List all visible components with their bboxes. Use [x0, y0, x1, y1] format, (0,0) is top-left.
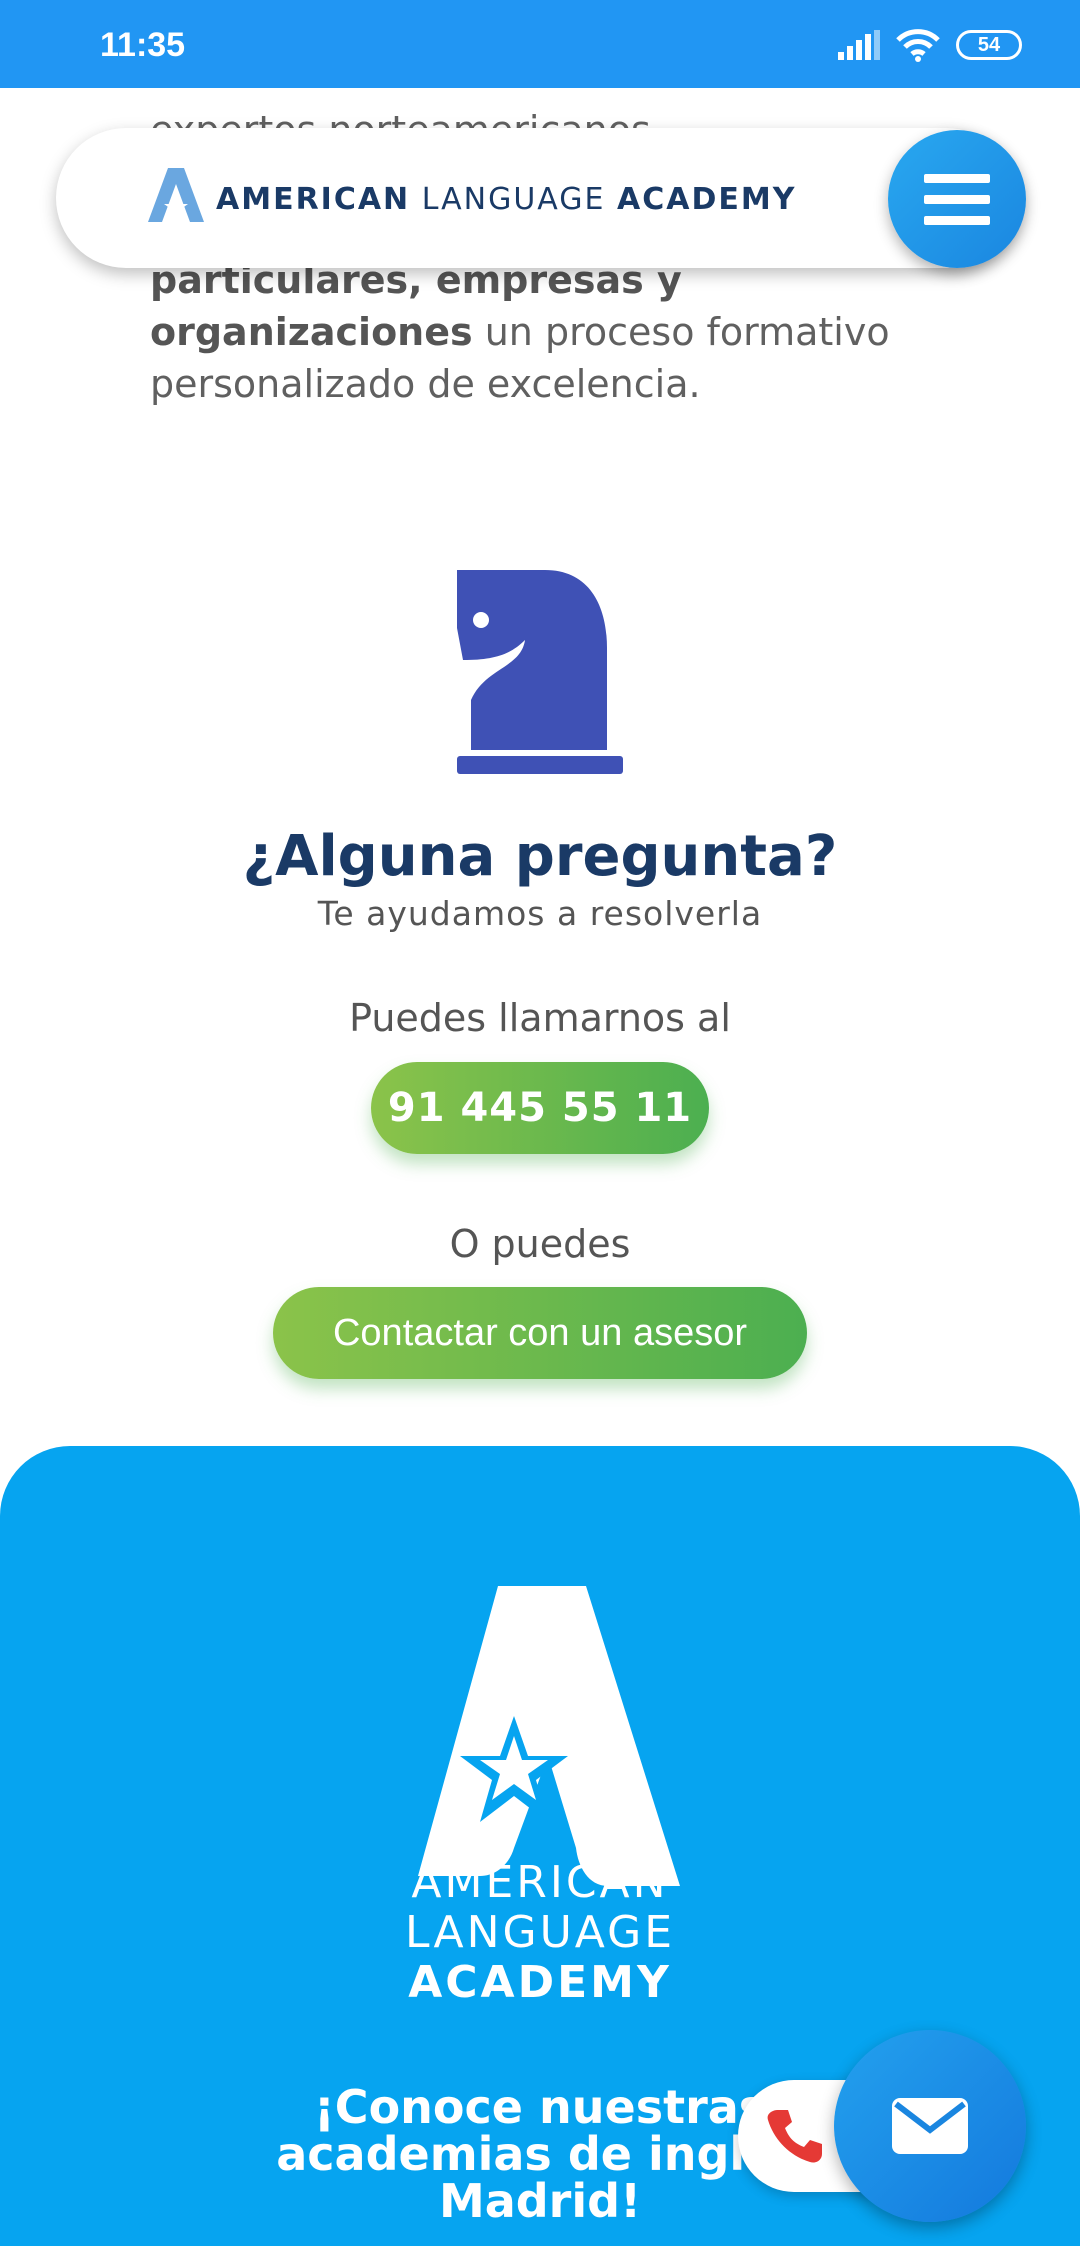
intro-clipped-line: expertos norteamericanos — [150, 60, 970, 128]
question-title: ¿Alguna pregunta? — [242, 824, 838, 889]
footer-brand: AMERICAN LANGUAGE ACADEMY — [0, 1858, 1080, 2008]
mail-fab[interactable] — [834, 2030, 1026, 2240]
intro-bold-word: organizaciones — [150, 310, 473, 354]
logo-icon[interactable] — [146, 166, 206, 224]
contact-advisor-button[interactable]: Contactar con un asesor — [273, 1287, 807, 1379]
footer-brand-line3: ACADEMY — [408, 1957, 672, 2008]
footer-brand-line2: LANGUAGE — [404, 1907, 676, 1958]
intro-rest-line: un proceso formativo — [472, 310, 890, 354]
signal-icon — [838, 30, 880, 60]
phone-icon — [767, 2110, 822, 2163]
site-header: AMERICAN LANGUAGE ACADEMY — [56, 128, 1016, 268]
intro-body: particulares, empresas y organizaciones … — [150, 254, 1010, 410]
phone-number-button[interactable]: 91 445 55 11 — [371, 1062, 709, 1154]
question-subtitle: Te ayudamos a resolverla — [317, 894, 763, 933]
footer-brand-line1: AMERICAN — [411, 1857, 669, 1908]
intro-last-line: personalizado de excelencia. — [150, 362, 701, 406]
brand-academy: ACADEMY — [617, 182, 797, 217]
intro-clipped-text: expertos norteamericanos — [150, 104, 970, 128]
chess-knight-icon — [457, 570, 623, 774]
wifi-icon — [896, 29, 940, 62]
battery-icon: 54 — [956, 30, 1022, 60]
menu-button[interactable] — [888, 130, 1026, 268]
status-icons: 54 — [838, 28, 1022, 62]
mail-icon — [892, 2098, 968, 2154]
call-label: Puedes llamarnos al — [349, 996, 731, 1040]
or-label: O puedes — [449, 1222, 631, 1266]
battery-level: 54 — [977, 33, 1001, 56]
brand-name[interactable]: AMERICAN LANGUAGE ACADEMY — [216, 182, 796, 217]
academy-logo-icon — [418, 1586, 680, 1886]
brand-american: AMERICAN — [216, 182, 411, 217]
brand-language: LANGUAGE — [410, 182, 618, 217]
